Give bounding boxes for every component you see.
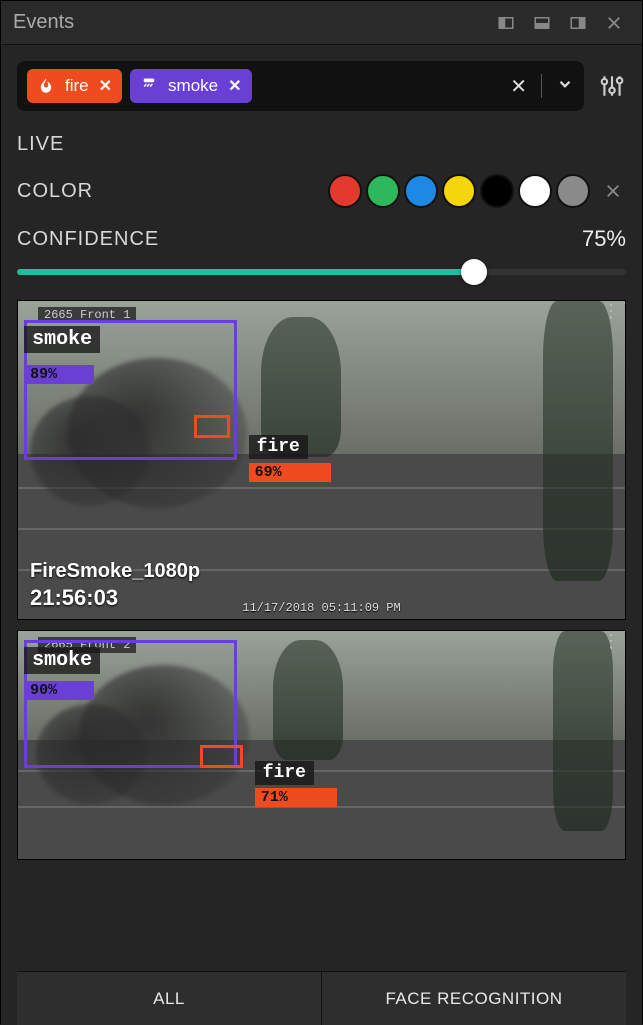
live-row: LIVE <box>17 133 626 156</box>
color-swatches <box>328 174 626 208</box>
timestamp-overlay: 11/17/2018 05:11:09 PM <box>242 601 400 615</box>
feed-menu-icon[interactable]: ⋮ <box>602 307 619 316</box>
detection-box-fire <box>200 745 242 768</box>
color-label: COLOR <box>17 180 93 203</box>
separator <box>541 74 542 98</box>
feed-time: 21:56:03 <box>30 585 118 611</box>
tag-input[interactable]: fire ✕ smoke ✕ ✕ <box>17 61 584 111</box>
color-row: COLOR <box>17 174 626 208</box>
dock-right-icon[interactable] <box>562 9 594 37</box>
tag-label: fire <box>65 76 89 96</box>
detection-confidence-fire: 71% <box>255 788 337 807</box>
feed-card[interactable]: 2665 Front 2 ⋮ smoke 90% fire 71% <box>17 630 626 860</box>
feed-name: FireSmoke_1080p <box>30 560 200 583</box>
color-clear-icon[interactable] <box>600 178 626 204</box>
color-swatch-red[interactable] <box>328 174 362 208</box>
detection-box-fire <box>194 415 230 437</box>
color-swatch-blue[interactable] <box>404 174 438 208</box>
close-icon[interactable] <box>598 9 630 37</box>
bottom-tabs: ALL FACE RECOGNITION <box>17 971 626 1025</box>
feed-menu-icon[interactable]: ⋮ <box>602 637 619 646</box>
settings-icon[interactable] <box>598 72 626 100</box>
confidence-row: CONFIDENCE 75% <box>17 226 626 286</box>
panel-title: Events <box>13 11 74 34</box>
color-swatch-gray[interactable] <box>556 174 590 208</box>
color-swatch-yellow[interactable] <box>442 174 476 208</box>
confidence-slider[interactable] <box>17 258 626 286</box>
chevron-down-icon[interactable] <box>556 75 574 98</box>
tag-remove-icon[interactable]: ✕ <box>228 76 241 96</box>
detection-confidence-smoke: 89% <box>24 365 94 384</box>
feed-card[interactable]: 2665 Front 1 ⋮ smoke 89% fire 69% FireSm… <box>17 300 626 620</box>
tag-smoke[interactable]: smoke ✕ <box>130 69 251 103</box>
titlebar: Events <box>1 1 642 45</box>
detection-label-smoke: smoke <box>24 326 100 353</box>
tab-all[interactable]: ALL <box>17 972 321 1025</box>
color-swatch-black[interactable] <box>480 174 514 208</box>
tag-fire[interactable]: fire ✕ <box>27 69 122 103</box>
color-swatch-white[interactable] <box>518 174 552 208</box>
dock-left-icon[interactable] <box>490 9 522 37</box>
dock-bottom-icon[interactable] <box>526 9 558 37</box>
confidence-label: CONFIDENCE <box>17 228 159 251</box>
detection-label-fire: fire <box>255 761 314 785</box>
tag-label: smoke <box>168 76 218 96</box>
detection-confidence-smoke: 90% <box>24 681 94 700</box>
color-swatch-green[interactable] <box>366 174 400 208</box>
tab-face-recognition[interactable]: FACE RECOGNITION <box>321 972 626 1025</box>
controls-panel: LIVE COLOR CONFIDENCE 75% <box>17 133 626 286</box>
flame-icon <box>37 77 55 95</box>
filter-row: fire ✕ smoke ✕ ✕ <box>17 61 626 111</box>
confidence-value: 75% <box>582 226 626 252</box>
detection-label-smoke: smoke <box>24 647 100 674</box>
smoke-icon <box>140 77 158 95</box>
live-label: LIVE <box>17 133 64 156</box>
window-controls <box>490 9 630 37</box>
detection-label-fire: fire <box>249 435 308 459</box>
detection-confidence-fire: 69% <box>249 463 331 482</box>
feeds-list: 2665 Front 1 ⋮ smoke 89% fire 69% FireSm… <box>17 300 626 961</box>
tag-remove-icon[interactable]: ✕ <box>99 76 112 96</box>
clear-tags-icon[interactable]: ✕ <box>510 74 527 99</box>
